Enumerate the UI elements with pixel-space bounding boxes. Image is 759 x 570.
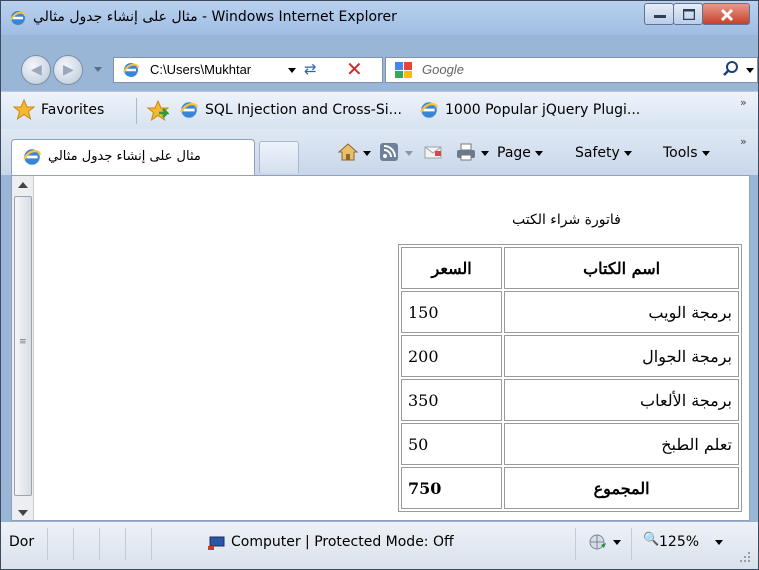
table-row: برمجة الجوال 200 (401, 335, 739, 377)
minimize-button[interactable] (644, 3, 674, 25)
google-icon (395, 62, 412, 78)
cell-book-name: برمجة الجوال (504, 335, 739, 377)
divider (99, 528, 100, 560)
search-dropdown[interactable] (746, 68, 754, 73)
resize-grip-icon[interactable] (738, 550, 752, 564)
add-favorite-icon[interactable] (147, 100, 169, 122)
close-button[interactable] (702, 3, 750, 25)
security-zone[interactable]: Computer | Protected Mode: Off (231, 534, 454, 550)
status-text: Dor (9, 534, 35, 550)
chevron-more-icon[interactable]: » (740, 96, 747, 109)
table-row: تعلم الطبخ 50 (401, 423, 739, 465)
new-tab-button[interactable] (259, 141, 299, 173)
page-menu[interactable]: Page (497, 145, 543, 161)
home-dropdown[interactable] (363, 150, 371, 156)
window-title: مثال على إنشاء جدول مثالي - Windows Inte… (33, 9, 397, 25)
address-input[interactable]: C:\Users\Mukhtar (150, 62, 251, 77)
favorite-link-jquery[interactable]: 1000 Popular jQuery Plugi... (445, 102, 640, 118)
ie-icon (10, 11, 26, 25)
print-dropdown[interactable] (481, 150, 489, 156)
cell-book-name: تعلم الطبخ (504, 423, 739, 465)
invoice-table: اسم الكتاب السعر برمجة الويب 150 برمجة ا… (398, 244, 742, 512)
refresh-icon[interactable]: ⇄ (304, 60, 317, 78)
divider (47, 528, 48, 560)
favorites-bar: Favorites SQL Injection and Cross-Si... … (1, 91, 758, 129)
forward-icon: ▶ (63, 62, 74, 78)
favorite-link-sql[interactable]: SQL Injection and Cross-Si... (205, 102, 402, 118)
address-dropdown[interactable] (288, 68, 296, 73)
stop-icon[interactable]: ✕ (346, 57, 363, 81)
cell-book-name: برمجة الألعاب (504, 379, 739, 421)
computer-icon (208, 536, 225, 550)
tab-active[interactable]: مثال على إنشاء جدول مثالي (11, 139, 255, 175)
ie-icon (123, 63, 139, 77)
cell-price: 150 (401, 291, 503, 333)
zoom-level[interactable]: 125% (659, 534, 699, 550)
favorites-button[interactable]: Favorites (41, 102, 104, 118)
address-row: ◀ ▶ C:\Users\Mukhtar ⇄ ✕ Google (1, 35, 758, 91)
ie-icon (420, 102, 438, 118)
divider (631, 528, 632, 560)
close-icon (720, 8, 734, 22)
browser-window: مثال على إنشاء جدول مثالي - Windows Inte… (0, 0, 759, 570)
scroll-up-icon[interactable] (18, 182, 28, 188)
chevron-more-icon[interactable]: » (740, 135, 747, 148)
table-header-row: اسم الكتاب السعر (401, 247, 739, 289)
tab-label: مثال على إنشاء جدول مثالي (48, 149, 201, 164)
header-book-name: اسم الكتاب (504, 247, 739, 289)
cell-price: 200 (401, 335, 503, 377)
feed-dropdown[interactable] (405, 150, 413, 156)
header-price: السعر (401, 247, 503, 289)
address-bar[interactable]: C:\Users\Mukhtar ⇄ ✕ (113, 57, 383, 83)
cell-price: 50 (401, 423, 503, 465)
page-viewport: ≡ فاتورة شراء الكتب اسم الكتاب السعر برم… (11, 175, 750, 521)
divider (575, 528, 576, 560)
total-value: 750 (401, 467, 503, 509)
ie-icon (180, 102, 198, 118)
status-bar: Dor Computer | Protected Mode: Off 🔍 125… (1, 521, 758, 569)
table-row: برمجة الويب 150 (401, 291, 739, 333)
search-input[interactable]: Google (422, 62, 464, 77)
cell-price: 350 (401, 379, 503, 421)
table-total-row: المجموع 750 (401, 467, 739, 509)
back-icon: ◀ (31, 62, 42, 78)
back-button[interactable]: ◀ (21, 55, 51, 85)
mail-icon[interactable] (423, 142, 445, 162)
search-bar[interactable]: Google (385, 57, 758, 83)
divider (73, 528, 74, 560)
title-bar: مثال على إنشاء جدول مثالي - Windows Inte… (1, 1, 758, 35)
divider (136, 98, 137, 124)
globe-icon[interactable] (588, 532, 608, 552)
search-icon[interactable] (722, 60, 740, 78)
print-icon[interactable] (455, 142, 477, 162)
scroll-down-icon[interactable] (18, 510, 28, 516)
tab-bar: مثال على إنشاء جدول مثالي Page Safety To… (1, 129, 758, 175)
star-icon[interactable] (13, 99, 35, 121)
safety-menu[interactable]: Safety (575, 145, 632, 161)
globe-dropdown[interactable] (613, 539, 621, 545)
tools-menu[interactable]: Tools (663, 145, 710, 161)
total-label: المجموع (504, 467, 739, 509)
grip-icon: ≡ (19, 337, 27, 347)
zoom-icon[interactable]: 🔍 (643, 532, 659, 547)
maximize-button[interactable] (673, 3, 703, 25)
divider (151, 528, 152, 560)
recent-pages-dropdown[interactable] (94, 67, 102, 72)
table-row: برمجة الألعاب 350 (401, 379, 739, 421)
forward-button[interactable]: ▶ (53, 55, 83, 85)
scrollbar-thumb[interactable]: ≡ (14, 196, 32, 496)
zoom-dropdown[interactable] (715, 539, 723, 545)
divider (125, 528, 126, 560)
vertical-scrollbar[interactable]: ≡ (12, 176, 34, 520)
cell-book-name: برمجة الويب (504, 291, 739, 333)
home-icon[interactable] (337, 142, 359, 162)
ie-icon (23, 149, 41, 165)
feed-icon[interactable] (379, 142, 401, 162)
table-caption: فاتورة شراء الكتب (512, 212, 621, 228)
